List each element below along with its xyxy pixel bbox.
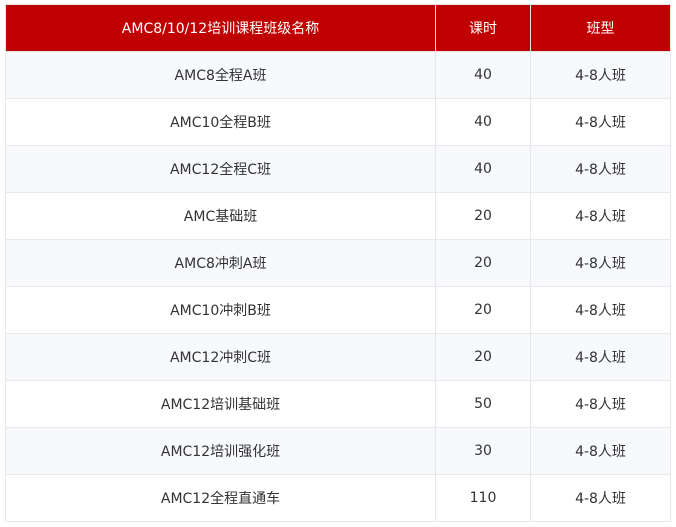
cell-hours: 30	[435, 427, 531, 475]
table-row: AMC12冲刺C班 20 4-8人班	[5, 333, 671, 381]
table-row: AMC12培训强化班 30 4-8人班	[5, 427, 671, 475]
cell-class-name: AMC12培训强化班	[5, 427, 436, 475]
table-row: AMC基础班 20 4-8人班	[5, 192, 671, 240]
cell-class-type: 4-8人班	[530, 380, 671, 428]
cell-class-name: AMC12全程C班	[5, 145, 436, 193]
cell-hours: 50	[435, 380, 531, 428]
cell-class-type: 4-8人班	[530, 192, 671, 240]
cell-class-name: AMC10冲刺B班	[5, 286, 436, 334]
cell-class-type: 4-8人班	[530, 98, 671, 146]
cell-class-type: 4-8人班	[530, 145, 671, 193]
course-table-container: AMC8/10/12培训课程班级名称 课时 班型 AMC8全程A班 40 4-8…	[5, 4, 671, 522]
cell-hours: 20	[435, 192, 531, 240]
cell-class-type: 4-8人班	[530, 286, 671, 334]
table-row: AMC10冲刺B班 20 4-8人班	[5, 286, 671, 334]
cell-hours: 110	[435, 474, 531, 522]
header-class-name: AMC8/10/12培训课程班级名称	[5, 4, 436, 52]
cell-class-name: AMC12冲刺C班	[5, 333, 436, 381]
header-hours: 课时	[435, 4, 531, 52]
cell-hours: 20	[435, 239, 531, 287]
cell-hours: 20	[435, 286, 531, 334]
table-row: AMC8全程A班 40 4-8人班	[5, 51, 671, 99]
cell-hours: 40	[435, 98, 531, 146]
cell-class-name: AMC12培训基础班	[5, 380, 436, 428]
cell-class-type: 4-8人班	[530, 333, 671, 381]
cell-class-name: AMC12全程直通车	[5, 474, 436, 522]
cell-class-type: 4-8人班	[530, 51, 671, 99]
cell-class-name: AMC8全程A班	[5, 51, 436, 99]
course-table: AMC8/10/12培训课程班级名称 课时 班型 AMC8全程A班 40 4-8…	[5, 4, 671, 522]
header-class-type: 班型	[530, 4, 671, 52]
table-row: AMC12全程直通车 110 4-8人班	[5, 474, 671, 522]
cell-class-type: 4-8人班	[530, 239, 671, 287]
table-row: AMC12培训基础班 50 4-8人班	[5, 380, 671, 428]
table-row: AMC12全程C班 40 4-8人班	[5, 145, 671, 193]
cell-class-name: AMC基础班	[5, 192, 436, 240]
table-header-row: AMC8/10/12培训课程班级名称 课时 班型	[5, 4, 671, 52]
cell-class-type: 4-8人班	[530, 474, 671, 522]
table-row: AMC10全程B班 40 4-8人班	[5, 98, 671, 146]
cell-hours: 20	[435, 333, 531, 381]
cell-hours: 40	[435, 145, 531, 193]
cell-class-type: 4-8人班	[530, 427, 671, 475]
cell-class-name: AMC8冲刺A班	[5, 239, 436, 287]
table-row: AMC8冲刺A班 20 4-8人班	[5, 239, 671, 287]
cell-class-name: AMC10全程B班	[5, 98, 436, 146]
cell-hours: 40	[435, 51, 531, 99]
